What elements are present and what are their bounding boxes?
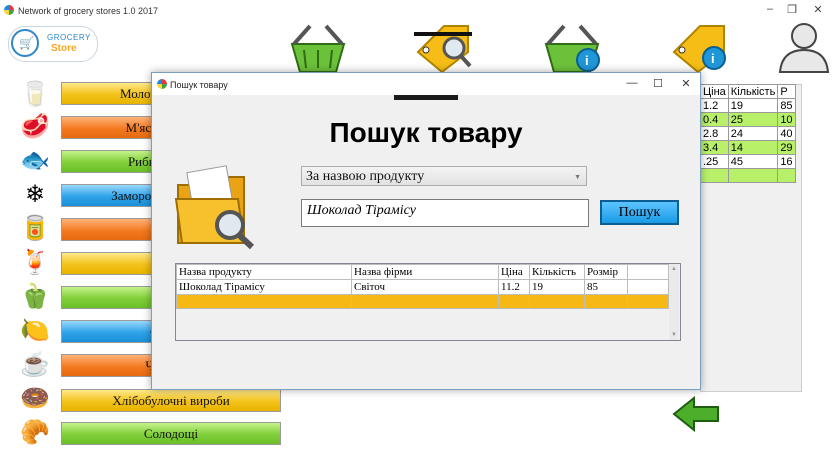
- table-row[interactable]: 2.8 24 40: [700, 126, 796, 141]
- vertical-scrollbar[interactable]: ▲ ▼: [669, 264, 679, 340]
- table-cell: [777, 168, 796, 183]
- cocktail-icon: 🍹: [20, 249, 50, 276]
- back-arrow-icon[interactable]: [672, 396, 722, 432]
- search-results-grid[interactable]: Назва продукту Назва фірми Ціна Кількіст…: [175, 263, 681, 341]
- search-results-table: Назва продукту Назва фірми Ціна Кількіст…: [176, 264, 669, 309]
- table-header: Р: [777, 84, 796, 99]
- meat-icon: 🥩: [20, 113, 50, 140]
- dialog-title: Пошук товару: [170, 80, 228, 90]
- table-cell: [529, 294, 585, 309]
- logo-text-grocery: GROCERY: [47, 33, 91, 42]
- table-row[interactable]: .25 45 16: [700, 154, 796, 169]
- lemon-icon: 🍋: [20, 317, 50, 344]
- table-cell: 16: [777, 154, 796, 169]
- scroll-up-icon[interactable]: ▲: [671, 266, 677, 272]
- table-cell: .25: [700, 154, 729, 169]
- price-tag-search-icon[interactable]: [412, 16, 476, 74]
- basket-icon[interactable]: [286, 16, 350, 74]
- price-tag-info-icon[interactable]: i: [668, 16, 732, 74]
- search-dialog: Пошук товару — ☐ ✕ Пошук товару За назво…: [151, 72, 701, 390]
- table-row[interactable]: 0.4 25 10: [700, 112, 796, 127]
- dialog-close-button[interactable]: ✕: [676, 77, 696, 90]
- table-cell: [584, 294, 628, 309]
- table-header: Кількість: [727, 84, 779, 99]
- table-cell: [627, 279, 669, 295]
- table-cell: [351, 294, 499, 309]
- table-cell: [627, 294, 669, 309]
- table-cell: 11.2: [498, 279, 530, 295]
- table-cell: Шоколад Тірамісу: [176, 279, 352, 295]
- category-bakery-button[interactable]: Хлібобулочні вироби: [61, 389, 281, 412]
- table-row[interactable]: 3.4 14 29: [700, 140, 796, 155]
- coffee-cup-icon: ☕: [20, 351, 50, 378]
- table-cell: 14: [727, 140, 779, 155]
- logo-text-store: Store: [51, 43, 77, 54]
- table-row-selected[interactable]: [176, 294, 669, 309]
- column-header-empty: [627, 264, 669, 280]
- table-cell: [727, 168, 779, 183]
- sweets-icon: 🥐: [20, 419, 50, 446]
- fish-icon: 🐟: [20, 147, 50, 174]
- user-icon[interactable]: [772, 16, 836, 74]
- folder-search-icon: [174, 165, 255, 250]
- table-cell: [498, 294, 530, 309]
- table-cell: 29: [777, 140, 796, 155]
- search-mode-value: За назвою продукту: [306, 169, 425, 184]
- snowflake-icon: ❄: [24, 181, 46, 208]
- table-row[interactable]: Шоколад Тірамісу Світоч 11.2 19 85: [176, 279, 669, 295]
- table-cell: 19: [529, 279, 585, 295]
- dialog-maximize-button[interactable]: ☐: [648, 77, 668, 90]
- donut-icon: 🍩: [20, 385, 50, 412]
- pepper-icon: 🫑: [20, 283, 50, 310]
- table-row[interactable]: 1.2 19 85: [700, 98, 796, 113]
- column-header-price[interactable]: Ціна: [498, 264, 530, 280]
- table-cell: 1.2: [700, 98, 729, 113]
- table-cell: 2.8: [700, 126, 729, 141]
- column-header-size[interactable]: Розмір: [584, 264, 628, 280]
- table-header: Ціна: [700, 84, 729, 99]
- svg-text:i: i: [711, 51, 715, 66]
- table-row[interactable]: [700, 168, 796, 183]
- column-header-quantity[interactable]: Кількість: [529, 264, 585, 280]
- category-sweets-button[interactable]: Солодощі: [61, 422, 281, 445]
- table-cell: 19: [727, 98, 779, 113]
- milk-icon: 🥛: [20, 81, 50, 108]
- app-title: Network of grocery stores 1.0 2017: [18, 6, 159, 16]
- table-cell: 25: [727, 112, 779, 127]
- column-header-product[interactable]: Назва продукту: [176, 264, 352, 280]
- table-cell: 3.4: [700, 140, 729, 155]
- close-button[interactable]: ✕: [808, 3, 828, 16]
- minimize-button[interactable]: –: [760, 3, 780, 15]
- dialog-heading: Пошук товару: [329, 117, 523, 148]
- table-cell: Світоч: [351, 279, 499, 295]
- table-cell: [176, 294, 352, 309]
- maximize-button[interactable]: ❐: [782, 3, 802, 16]
- column-header-company[interactable]: Назва фірми: [351, 264, 499, 280]
- table-cell: 24: [727, 126, 779, 141]
- basket-info-icon[interactable]: i: [540, 16, 604, 74]
- table-cell: 45: [727, 154, 779, 169]
- search-button[interactable]: Пошук: [600, 200, 679, 225]
- grocery-store-logo: 🛒 GROCERY Store: [8, 26, 98, 62]
- table-cell: 0.4: [700, 112, 729, 127]
- cart-icon: 🛒: [11, 29, 39, 57]
- chevron-down-icon: ▼: [574, 173, 581, 181]
- divider-bar: [394, 95, 458, 100]
- table-cell: 85: [777, 98, 796, 113]
- dialog-minimize-button[interactable]: —: [622, 77, 642, 89]
- table-cell: 10: [777, 112, 796, 127]
- table-cell: 40: [777, 126, 796, 141]
- search-mode-select[interactable]: За назвою продукту ▼: [301, 166, 587, 186]
- dialog-app-icon: [157, 79, 167, 89]
- products-table: Ціна Кількість Р 1.2 19 85 0.4 25 10 2.8…: [700, 84, 796, 183]
- grocery-jars-icon: 🥫: [20, 215, 50, 242]
- scroll-down-icon[interactable]: ▼: [671, 332, 677, 338]
- table-cell: 85: [584, 279, 628, 295]
- svg-text:i: i: [585, 53, 589, 68]
- dialog-titlebar: Пошук товару — ☐ ✕: [152, 73, 700, 95]
- app-icon: [4, 5, 14, 15]
- search-input[interactable]: Шоколад Тірамісу: [301, 199, 589, 227]
- table-cell: [700, 168, 729, 183]
